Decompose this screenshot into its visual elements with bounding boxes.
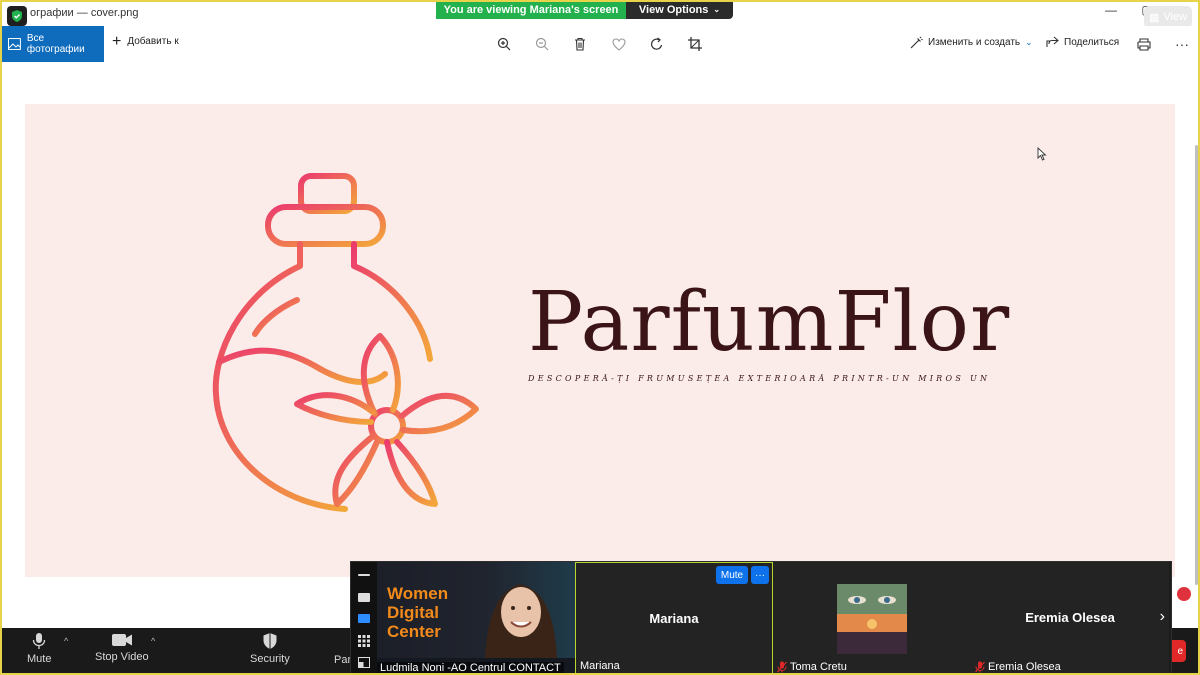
participants-button[interactable]: Par [334,654,351,666]
participant-name: Mariana [580,660,620,672]
muted-microphone-icon [777,661,787,673]
all-photos-button[interactable]: Все фотографии [2,26,104,62]
notification-dot [1177,587,1191,601]
participant-name-row: Toma Cretu [777,661,847,673]
mute-label: Mute [27,653,52,665]
minimize-strip-icon[interactable] [358,574,370,576]
muted-microphone-icon [975,661,985,673]
video-tile-toma[interactable]: Toma Cretu [773,562,971,675]
participant-name: Eremia Olesea [988,661,1061,673]
view-options-label: View Options [638,3,709,16]
mouse-cursor-icon [1037,146,1047,164]
participant-name-row: Eremia Olesea [975,661,1061,673]
add-to-label: Добавить к [127,36,179,47]
edit-create-button[interactable]: Изменить и создать ⌄ [910,36,1033,49]
viewing-banner: You are viewing Mariana's screen View Op… [436,0,733,19]
caret-up-icon[interactable]: ^ [64,636,68,646]
microphone-icon [33,633,46,649]
rotate-icon[interactable] [647,34,667,54]
more-icon[interactable]: ··· [1172,34,1192,54]
mute-button[interactable]: Mute [27,632,51,665]
participant-name: Ludmila Noni -AO Centrul CONTACT [377,662,564,674]
photo-icon [8,38,21,50]
brand-tagline: DESCOPERĂ-ȚI FRUMUSEȚEA EXTERIOARĂ PRINT… [528,374,988,383]
caret-up-icon[interactable]: ^ [151,636,155,646]
avatar [837,584,907,654]
participant-mute-button[interactable]: Mute [716,566,748,584]
participant-big-name: Eremia Olesea [1025,610,1115,625]
stop-video-button[interactable]: Stop Video [95,632,149,663]
share-label: Поделиться [1064,36,1120,48]
participant-name: Toma Cretu [790,661,847,673]
all-photos-label: Все фотографии [26,33,85,55]
chevron-down-icon: ⌄ [713,5,721,14]
brand-name: ParfumFlor [528,275,1011,370]
stop-video-label: Stop Video [95,651,149,663]
single-video-icon[interactable] [358,593,370,602]
zoom-out-icon[interactable] [532,34,552,54]
participants-label: Par [334,654,352,666]
shield-icon[interactable] [7,6,27,26]
share-screen-icon[interactable] [358,657,370,668]
plus-icon: + [112,32,122,50]
security-label: Security [250,653,290,665]
gallery-view-icon[interactable] [358,635,370,647]
participant-more-button[interactable]: ··· [751,566,769,584]
shield-icon [263,633,277,649]
view-button[interactable]: ▦ View [1144,6,1192,28]
minimize-icon[interactable]: — [1101,3,1121,17]
edit-create-label: Изменить и создать [928,37,1021,48]
print-icon[interactable] [1134,34,1154,54]
video-tile-ludmila[interactable]: Women Digital Center Ludmila Noni -AO Ce… [377,562,575,675]
video-camera-icon [111,634,132,646]
heart-icon[interactable] [609,34,629,54]
share-icon [1046,36,1059,47]
chevron-down-icon: ⌄ [1025,37,1033,47]
view-options-button[interactable]: View Options ⌄ [626,0,733,19]
delete-icon[interactable] [570,34,590,54]
vertical-scrollbar[interactable] [1195,145,1198,585]
edit-icon [910,36,923,49]
strip-view-icon[interactable] [358,614,370,623]
grid-icon: ▦ [1148,11,1160,24]
share-button[interactable]: Поделиться [1046,36,1119,48]
viewing-text: You are viewing Mariana's screen [436,0,626,19]
zoom-in-icon[interactable] [494,34,514,54]
window-title: ографии — cover.png [30,7,139,19]
video-tile-eremia[interactable]: Eremia Olesea Eremia Olesea [971,562,1169,675]
women-digital-center-banner: Women Digital Center [387,584,449,641]
chevron-right-icon[interactable]: › [1160,608,1165,626]
crop-icon[interactable] [685,34,705,54]
photos-toolbar: Все фотографии + Добавить к Изменить и с… [0,26,1200,62]
add-to-button[interactable]: + Добавить к [112,32,179,50]
participant-face [485,584,557,658]
strip-layout-controls [351,562,377,675]
view-label: View [1163,11,1188,23]
participant-big-name: Mariana [649,611,699,626]
security-button[interactable]: Security [250,632,290,665]
